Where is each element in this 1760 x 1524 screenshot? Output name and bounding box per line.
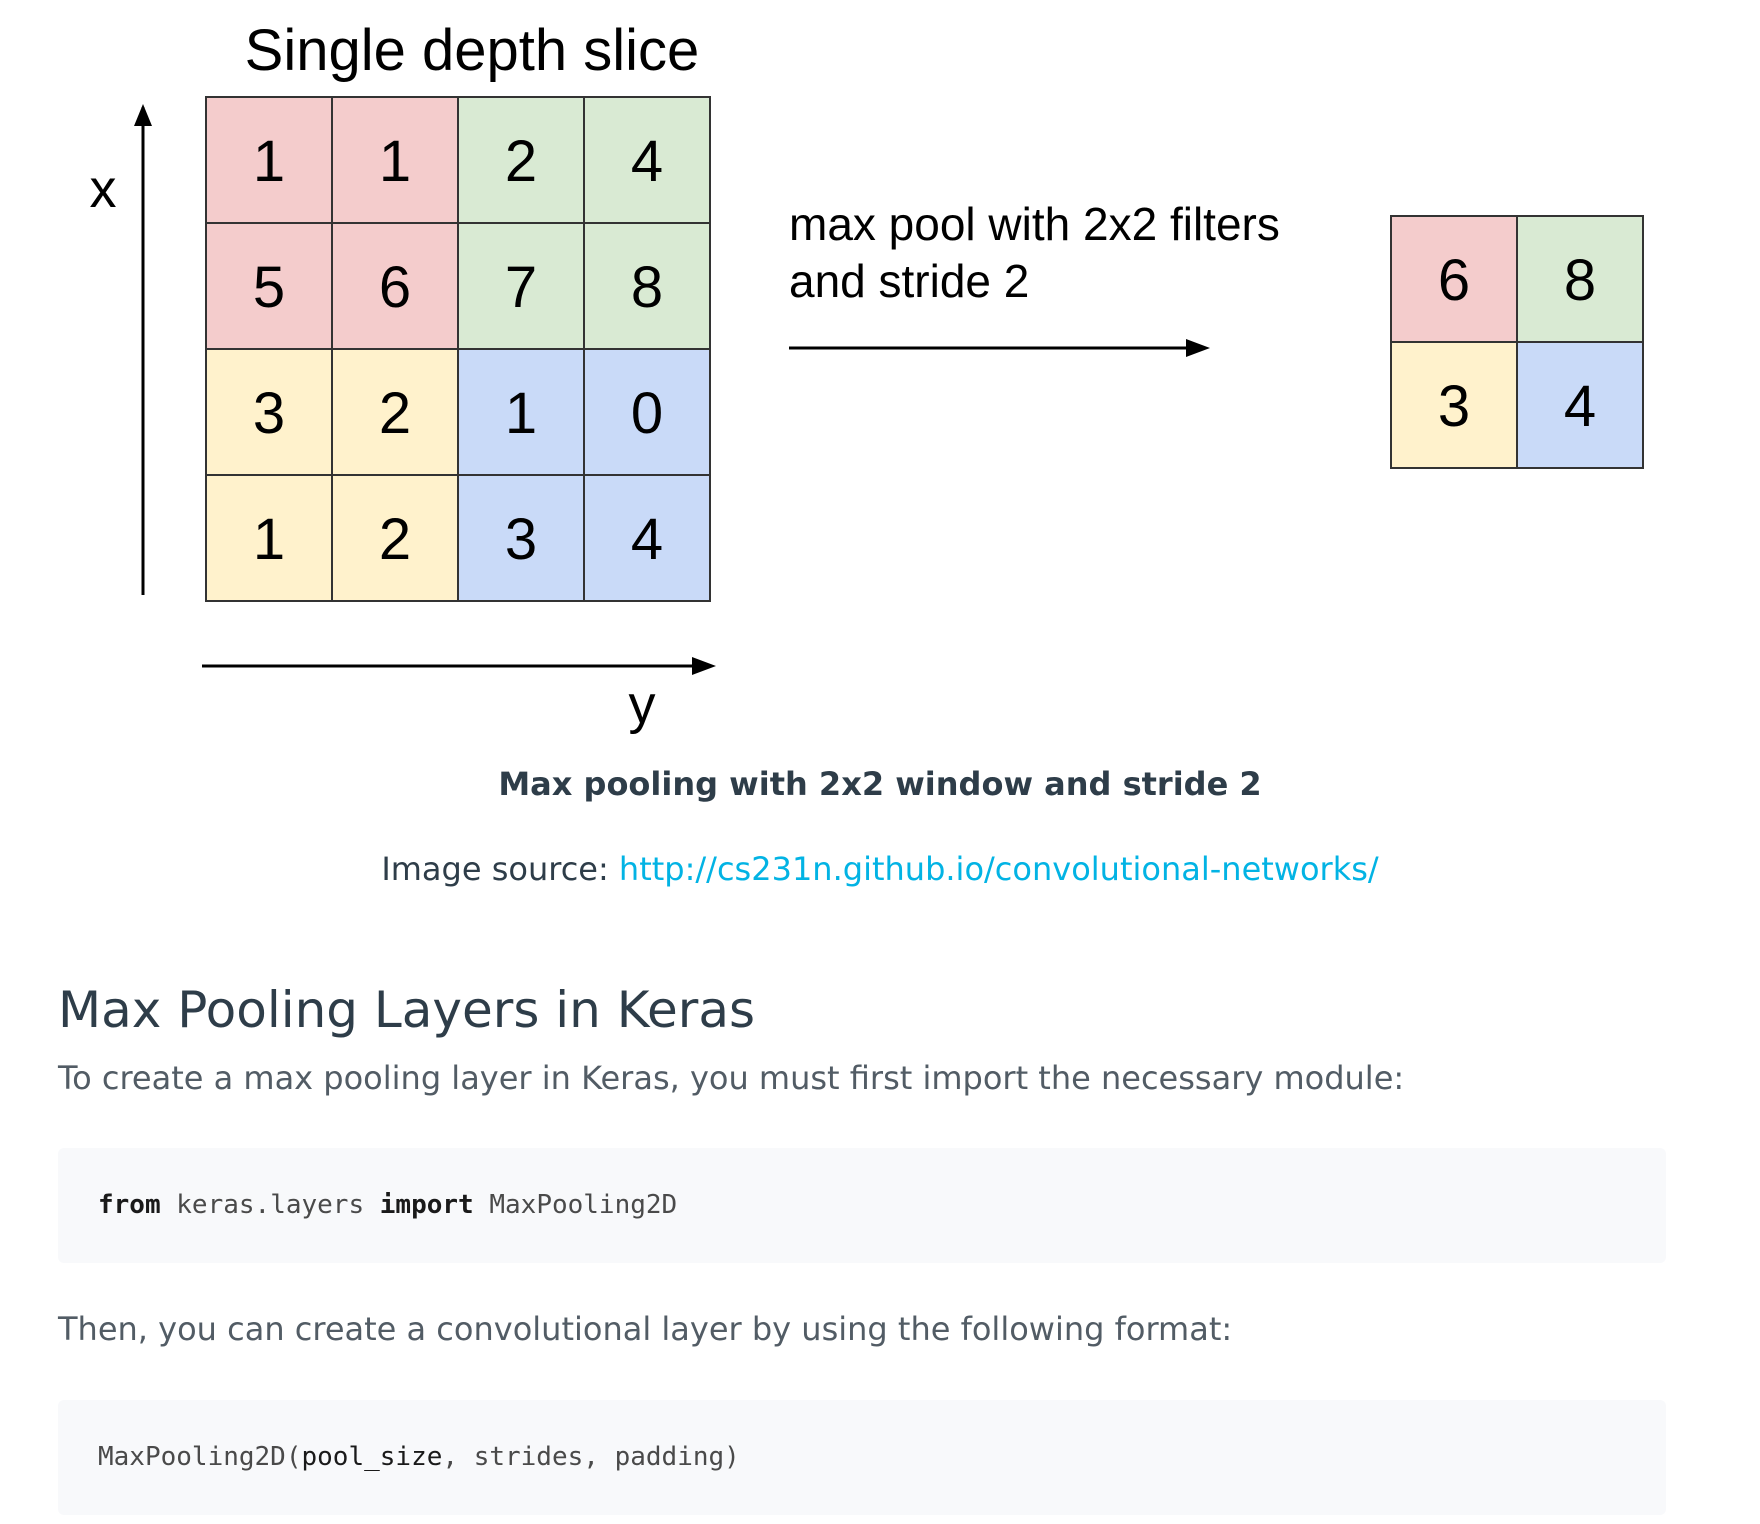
input-grid-value: 3 xyxy=(253,381,285,446)
format-paragraph: Then, you can create a convolutional lay… xyxy=(58,1310,1233,1348)
section-heading: Max Pooling Layers in Keras xyxy=(58,981,756,1039)
image-source: Image source: http://cs231n.github.io/co… xyxy=(0,849,1760,889)
operation-arrowhead xyxy=(1186,339,1210,357)
figure-title: Single depth slice xyxy=(245,18,700,83)
code-function: MaxPooling2D( xyxy=(98,1442,302,1472)
operation-label-line1: max pool with 2x2 filters xyxy=(789,198,1280,250)
input-grid-value: 7 xyxy=(505,255,537,320)
input-grid-value: 1 xyxy=(505,381,537,446)
input-grid-value: 1 xyxy=(253,129,285,194)
code-keyword-import: import xyxy=(379,1190,474,1220)
input-grid-value: 2 xyxy=(379,507,411,572)
x-axis-arrowhead xyxy=(134,104,152,126)
code-class-name: MaxPooling2D xyxy=(473,1190,678,1220)
operation-label-line2: and stride 2 xyxy=(789,255,1029,307)
input-grid: 1 1 2 4 5 6 7 8 3 2 1 0 1 2 3 4 xyxy=(205,96,711,602)
intro-paragraph: To create a max pooling layer in Keras, … xyxy=(58,1059,1405,1097)
code-args-rest: , strides, padding) xyxy=(442,1442,740,1472)
image-source-prefix: Image source: xyxy=(381,850,619,888)
y-axis-label: y xyxy=(629,675,656,735)
output-grid-value: 3 xyxy=(1438,374,1470,439)
output-grid-value: 4 xyxy=(1564,374,1596,439)
input-grid-value: 1 xyxy=(253,507,285,572)
code-keyword-from: from xyxy=(98,1190,161,1220)
input-grid-value: 3 xyxy=(505,507,537,572)
input-grid-value: 0 xyxy=(631,381,663,446)
input-grid-value: 1 xyxy=(379,129,411,194)
code-module: keras.layers xyxy=(160,1190,380,1220)
y-axis-arrowhead xyxy=(692,657,716,675)
output-grid-value: 8 xyxy=(1564,248,1596,313)
input-grid-value: 5 xyxy=(253,255,285,320)
output-grid-value: 6 xyxy=(1438,248,1470,313)
image-source-link[interactable]: http://cs231n.github.io/convolutional-ne… xyxy=(619,850,1379,888)
max-pooling-figure: Single depth slice x y 1 1 2 45 6 7 83 2 1 01 2 3 4 … xyxy=(90,18,1644,735)
x-axis-label: x xyxy=(90,159,117,219)
input-grid-value: 8 xyxy=(631,255,663,320)
figure-caption: Max pooling with 2x2 window and stride 2 xyxy=(498,765,1262,803)
output-grid: 6 8 3 4 xyxy=(1390,215,1644,469)
input-grid-value: 4 xyxy=(631,507,663,572)
input-grid-value: 2 xyxy=(505,129,537,194)
input-grid-value: 2 xyxy=(379,381,411,446)
input-grid-value: 6 xyxy=(379,255,411,320)
code-block-import: from keras.layers import MaxPooling2D xyxy=(58,1148,1666,1263)
code-block-usage: MaxPooling2D(pool_size, strides, padding… xyxy=(58,1400,1666,1515)
code-arg-pool-size: pool_size xyxy=(301,1442,443,1472)
input-grid-value: 4 xyxy=(631,129,663,194)
